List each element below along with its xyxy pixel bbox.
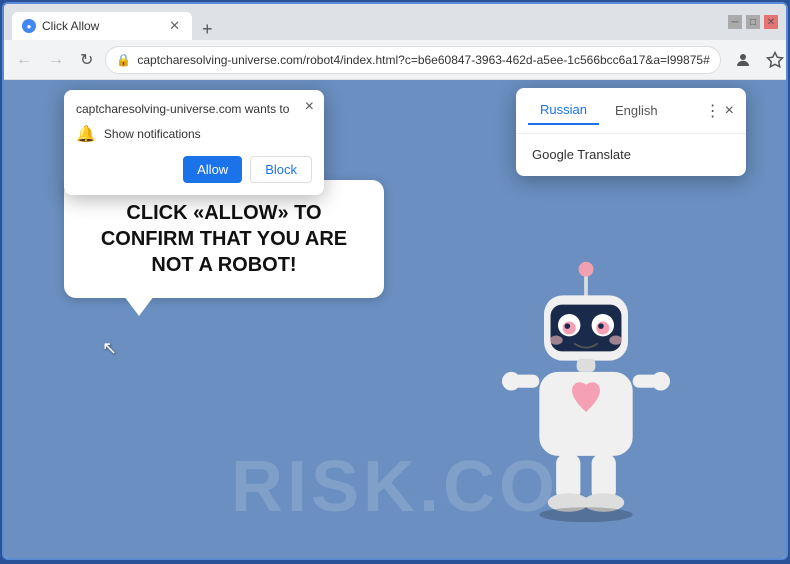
translate-body: Google Translate: [516, 134, 746, 176]
back-button[interactable]: ←: [12, 47, 36, 73]
bell-icon: 🔔: [76, 124, 96, 144]
tab-label: Click Allow: [42, 19, 99, 33]
notification-row: 🔔 Show notifications: [76, 124, 312, 144]
window-controls: ─ □ ✕: [728, 15, 778, 29]
robot-figure: [486, 258, 686, 538]
tab-favicon: ●: [22, 19, 36, 33]
active-tab[interactable]: ● Click Allow ✕: [12, 12, 192, 40]
reload-button[interactable]: ↻: [76, 46, 97, 74]
address-bar: ← → ↻ 🔒 captcharesolving-universe.com/ro…: [4, 40, 786, 80]
translate-menu-button[interactable]: ⋮: [705, 101, 721, 121]
close-window-button[interactable]: ✕: [764, 15, 778, 29]
allow-button[interactable]: Allow: [183, 156, 242, 183]
tab-area: ● Click Allow ✕ +: [12, 4, 716, 40]
robot-svg: [486, 258, 686, 538]
mouse-cursor: ↖: [102, 338, 117, 359]
notification-actions: Allow Block: [76, 156, 312, 183]
message-text: CLICK «ALLOW» TO CONFIRM THAT YOU ARE NO…: [94, 200, 354, 278]
bookmark-button[interactable]: [761, 46, 788, 74]
minimize-button[interactable]: ─: [728, 15, 742, 29]
notification-popup: × captcharesolving-universe.com wants to…: [64, 90, 324, 195]
page-content: RISK.CO × captcharesolving-universe.com …: [4, 80, 786, 558]
translate-close-button[interactable]: ×: [725, 102, 734, 120]
address-actions: ⋮: [729, 46, 788, 74]
lock-icon: 🔒: [116, 53, 131, 67]
url-text: captcharesolving-universe.com/robot4/ind…: [137, 53, 709, 67]
title-bar: ● Click Allow ✕ + ─ □ ✕: [4, 4, 786, 40]
translate-tab-english[interactable]: English: [603, 97, 670, 124]
tab-close-button[interactable]: ✕: [167, 16, 182, 36]
url-bar[interactable]: 🔒 captcharesolving-universe.com/robot4/i…: [105, 46, 720, 74]
new-tab-button[interactable]: +: [196, 19, 219, 40]
profile-picture-button[interactable]: [729, 46, 757, 74]
browser-window: ● Click Allow ✕ + ─ □ ✕ ← → ↻ 🔒 captchar…: [2, 2, 788, 560]
forward-button[interactable]: →: [44, 47, 68, 73]
translate-popup: Russian English ⋮ × Google Translate: [516, 88, 746, 176]
maximize-button[interactable]: □: [746, 15, 760, 29]
notification-label: Show notifications: [104, 127, 201, 141]
translate-service-label: Google Translate: [532, 147, 631, 162]
block-button[interactable]: Block: [250, 156, 312, 183]
notification-close-button[interactable]: ×: [305, 98, 314, 116]
translate-tab-russian[interactable]: Russian: [528, 96, 599, 125]
notification-site-text: captcharesolving-universe.com wants to: [76, 102, 292, 116]
message-bubble: CLICK «ALLOW» TO CONFIRM THAT YOU ARE NO…: [64, 180, 384, 298]
translate-header: Russian English ⋮ ×: [516, 88, 746, 134]
